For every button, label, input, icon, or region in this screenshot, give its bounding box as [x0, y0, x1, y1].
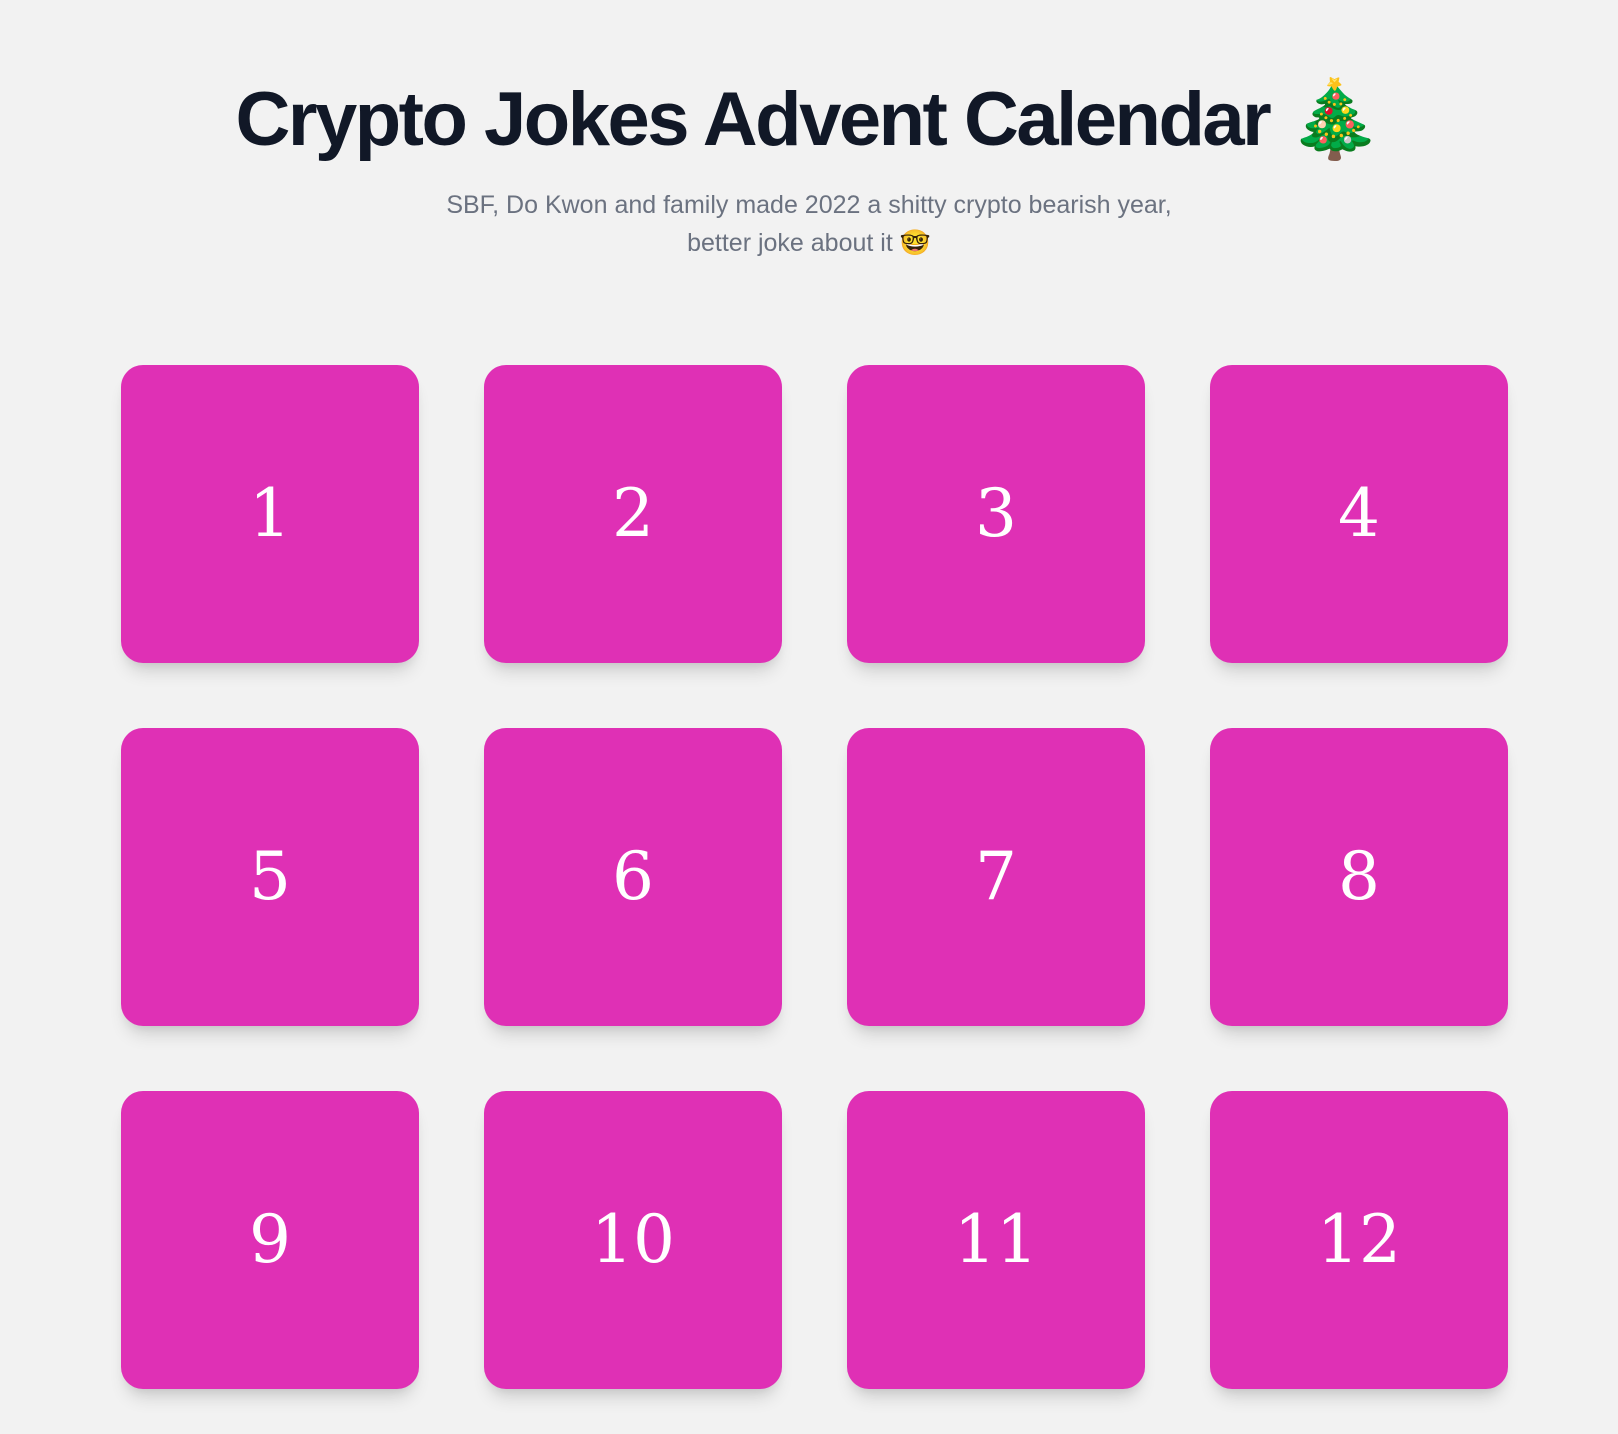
door-number: 4 [1338, 475, 1380, 552]
door-number: 1 [249, 475, 291, 552]
door-number: 7 [975, 838, 1017, 915]
advent-calendar-grid: 1 2 3 4 5 6 7 8 9 10 11 12 [121, 365, 1508, 1389]
door-number: 2 [612, 475, 654, 552]
door-number: 5 [249, 838, 291, 915]
calendar-door-1[interactable]: 1 [121, 365, 419, 663]
calendar-door-7[interactable]: 7 [847, 728, 1145, 1026]
door-number: 10 [591, 1201, 675, 1278]
title-text: Crypto Jokes Advent Calendar [235, 77, 1272, 162]
subtitle-line-2: better joke about it [687, 229, 893, 257]
door-number: 11 [954, 1201, 1038, 1278]
calendar-door-10[interactable]: 10 [484, 1091, 782, 1389]
door-number: 3 [975, 475, 1017, 552]
page-title: Crypto Jokes Advent Calendar 🎄 [0, 72, 1618, 168]
calendar-door-2[interactable]: 2 [484, 365, 782, 663]
page-header: Crypto Jokes Advent Calendar 🎄 SBF, Do K… [0, 72, 1618, 262]
calendar-door-9[interactable]: 9 [121, 1091, 419, 1389]
christmas-tree-icon: 🎄 [1287, 77, 1383, 162]
calendar-door-8[interactable]: 8 [1210, 728, 1508, 1026]
page-subtitle: SBF, Do Kwon and family made 2022 a shit… [409, 186, 1209, 262]
door-number: 8 [1338, 838, 1380, 915]
calendar-door-12[interactable]: 12 [1210, 1091, 1508, 1389]
nerd-face-icon: 🤓 [899, 229, 931, 257]
door-number: 9 [249, 1201, 291, 1278]
calendar-door-4[interactable]: 4 [1210, 365, 1508, 663]
calendar-door-3[interactable]: 3 [847, 365, 1145, 663]
calendar-door-11[interactable]: 11 [847, 1091, 1145, 1389]
calendar-door-6[interactable]: 6 [484, 728, 782, 1026]
door-number: 6 [612, 838, 654, 915]
calendar-door-5[interactable]: 5 [121, 728, 419, 1026]
subtitle-line-1: SBF, Do Kwon and family made 2022 a shit… [446, 191, 1172, 219]
door-number: 12 [1317, 1201, 1401, 1278]
